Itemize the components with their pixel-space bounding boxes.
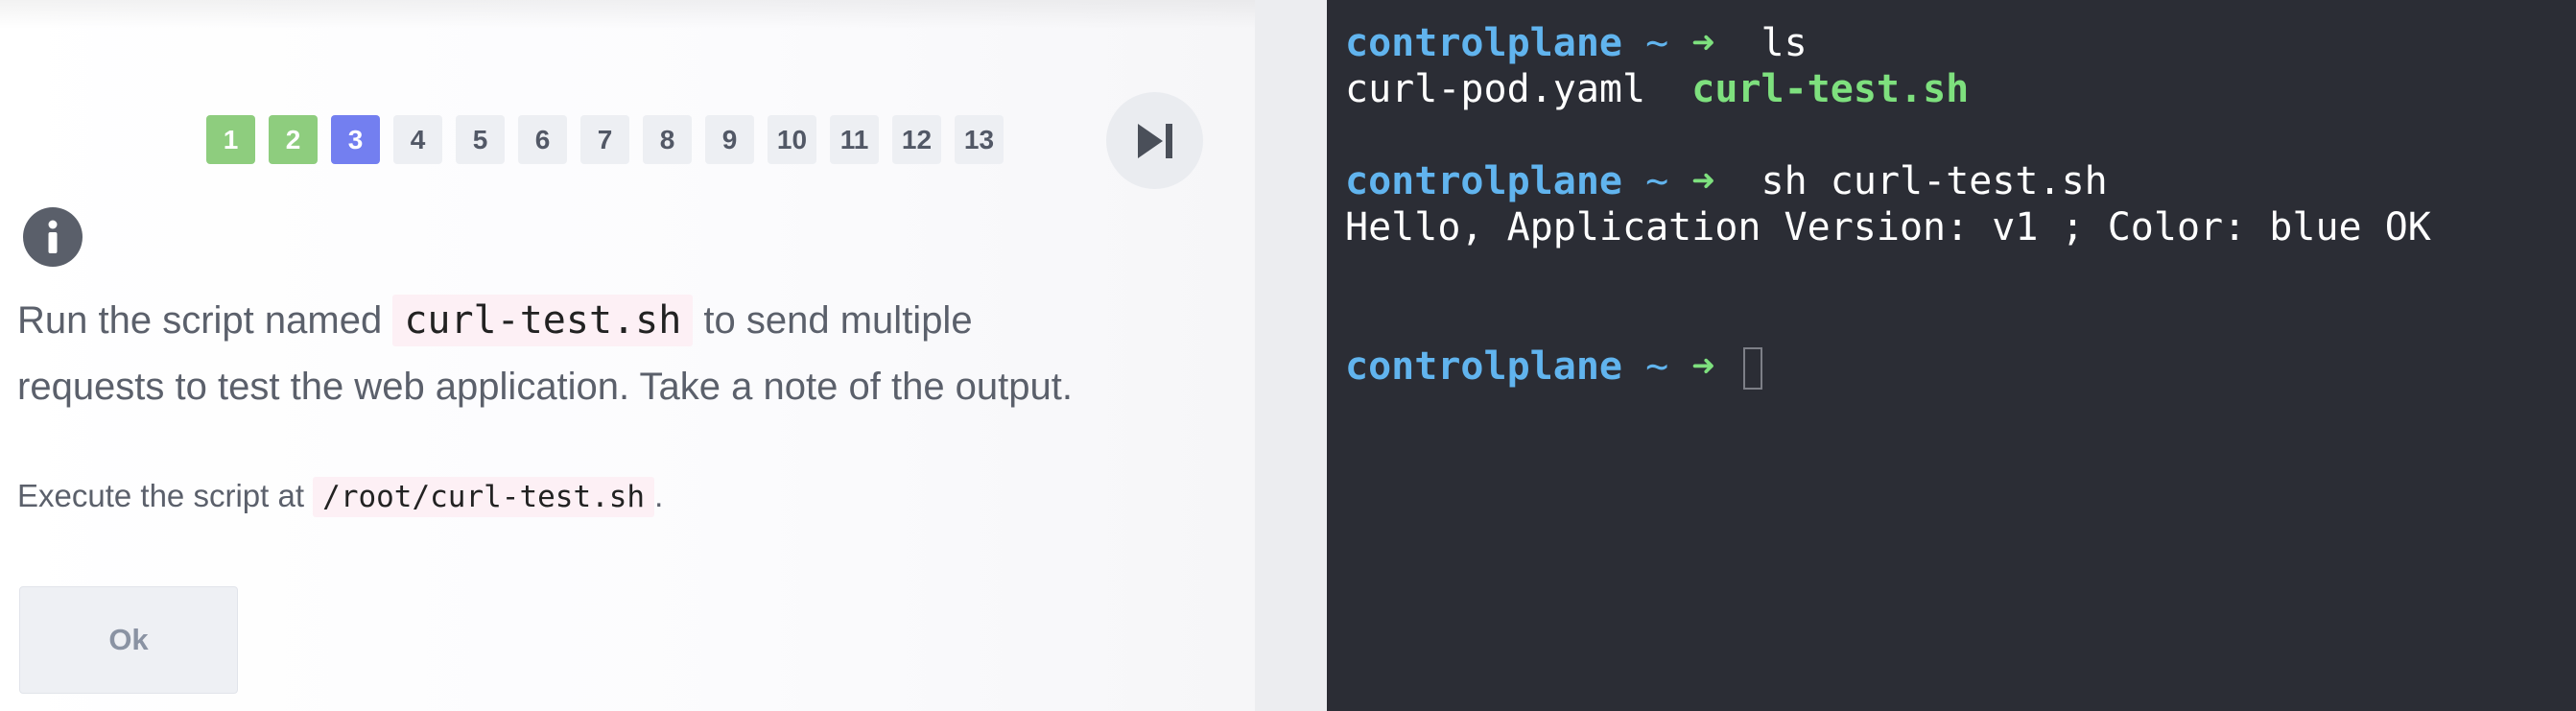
terminal-line-1: controlplane ~ ➜ ls <box>1345 20 1808 66</box>
skip-next-button[interactable] <box>1106 92 1203 189</box>
prompt-host: controlplane <box>1345 159 1622 203</box>
prompt-arrow-icon: ➜ <box>1691 159 1715 203</box>
terminal-line-prompt: controlplane ~ ➜ <box>1345 344 1763 390</box>
instruction-text-cont: to send multiple <box>693 299 973 342</box>
panel-divider[interactable] <box>1255 0 1327 711</box>
page-button-9[interactable]: 9 <box>705 115 754 164</box>
prompt-tilde: ~ <box>1645 344 1669 389</box>
page-button-12[interactable]: 12 <box>892 115 941 164</box>
command-ls: ls <box>1761 21 1808 65</box>
page-button-8[interactable]: 8 <box>643 115 692 164</box>
page-button-3[interactable]: 3 <box>331 115 380 164</box>
page-button-2[interactable]: 2 <box>269 115 318 164</box>
execute-text: Execute the script at <box>17 478 314 513</box>
script-name-code: curl-test.sh <box>392 295 694 346</box>
instruction-line-1: Run the script named curl-test.sh to sen… <box>17 288 973 353</box>
page-button-4[interactable]: 4 <box>393 115 442 164</box>
page-button-7[interactable]: 7 <box>580 115 629 164</box>
prompt-arrow-icon: ➜ <box>1691 344 1715 389</box>
terminal-line-3: controlplane ~ ➜ sh curl-test.sh <box>1345 158 2108 204</box>
ls-file-yaml: curl-pod.yaml <box>1345 67 1646 111</box>
instruction-line-2: requests to test the web application. Ta… <box>17 366 1073 408</box>
terminal-output: Hello, Application Version: v1 ; Color: … <box>1345 205 2431 249</box>
page-button-13[interactable]: 13 <box>955 115 1004 164</box>
page-button-1[interactable]: 1 <box>206 115 255 164</box>
terminal-cursor <box>1743 347 1763 390</box>
prompt-tilde: ~ <box>1645 159 1669 203</box>
ls-file-script: curl-test.sh <box>1691 67 1970 111</box>
terminal-line-2: curl-pod.yaml curl-test.sh <box>1345 66 1969 112</box>
top-shadow <box>0 0 1255 29</box>
skip-next-icon <box>1137 123 1172 158</box>
info-icon <box>23 207 83 267</box>
prompt-arrow-icon: ➜ <box>1691 21 1715 65</box>
page-button-10[interactable]: 10 <box>768 115 816 164</box>
prompt-host: controlplane <box>1345 21 1622 65</box>
prompt-host: controlplane <box>1345 344 1622 389</box>
instruction-text: Run the script named <box>17 299 393 342</box>
command-run-script: sh curl-test.sh <box>1761 159 2108 203</box>
ok-button[interactable]: Ok <box>19 586 238 694</box>
execute-instruction: Execute the script at /root/curl-test.sh… <box>17 472 663 521</box>
terminal[interactable]: controlplane ~ ➜ ls curl-pod.yaml curl-t… <box>1327 0 2576 711</box>
question-panel: 1 2 3 4 5 6 7 8 9 10 11 12 13 Run the sc… <box>0 0 1255 711</box>
page-button-6[interactable]: 6 <box>518 115 567 164</box>
page-button-11[interactable]: 11 <box>830 115 879 164</box>
page-button-5[interactable]: 5 <box>456 115 505 164</box>
script-path-code: /root/curl-test.sh <box>313 477 655 517</box>
prompt-tilde: ~ <box>1645 21 1669 65</box>
execute-period: . <box>654 478 664 513</box>
